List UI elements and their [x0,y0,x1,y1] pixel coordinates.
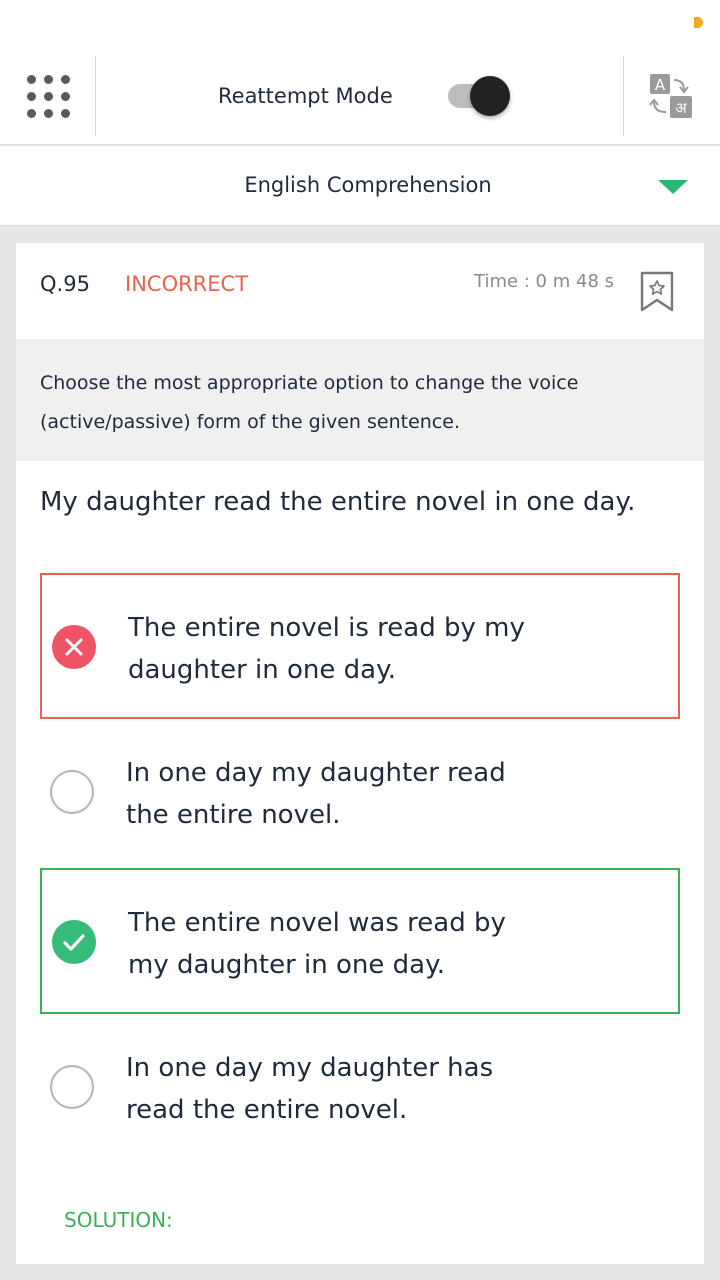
reattempt-mode-toggle[interactable] [446,76,514,118]
question-instruction: Choose the most appropriate option to ch… [16,339,704,461]
translate-icon[interactable]: A अ [640,72,700,122]
notification-dot-icon [694,17,703,28]
toolbar-divider [623,56,624,136]
quiz-screen: Reattempt Mode A अ English Comprehension… [0,0,720,1280]
bookmark-star-icon[interactable] [639,270,675,314]
solution-label: SOLUTION: [64,1208,173,1232]
grid-dots-icon[interactable] [20,68,78,126]
answer-status: INCORRECT [125,272,249,296]
option-2[interactable]: In one day my daughter read the entire n… [40,720,680,866]
translate-hindi-glyph: अ [675,99,687,117]
radio-icon [50,1065,94,1109]
question-number: Q.95 [40,272,90,296]
section-title: English Comprehension [244,173,492,197]
toggle-knob [470,76,510,116]
cross-icon [52,625,96,669]
translate-latin-glyph: A [655,76,666,94]
option-text: The entire novel is read by my daughter … [128,613,525,685]
radio-icon [50,770,94,814]
check-icon [52,920,96,964]
question-card: Q.95 INCORRECT Time : 0 m 48 s Choose th… [16,243,704,1264]
option-1[interactable]: The entire novel is read by my daughter … [40,573,680,719]
option-text: In one day my daughter has read the enti… [126,1053,494,1125]
reattempt-mode-label: Reattempt Mode [218,84,393,108]
option-text: In one day my daughter read the entire n… [126,758,506,830]
option-3[interactable]: The entire novel was read by my daughter… [40,868,680,1014]
option-4[interactable]: In one day my daughter has read the enti… [40,1015,680,1161]
question-header: Q.95 INCORRECT Time : 0 m 48 s [16,243,704,339]
question-sentence: My daughter read the entire novel in one… [40,487,636,517]
status-bar [0,0,720,48]
caret-down-icon [658,180,688,194]
toolbar-divider [95,56,96,136]
section-dropdown[interactable]: English Comprehension [0,146,720,226]
top-toolbar: Reattempt Mode A अ [0,48,720,145]
time-taken: Time : 0 m 48 s [474,271,614,292]
option-text: The entire novel was read by my daughter… [128,908,506,980]
